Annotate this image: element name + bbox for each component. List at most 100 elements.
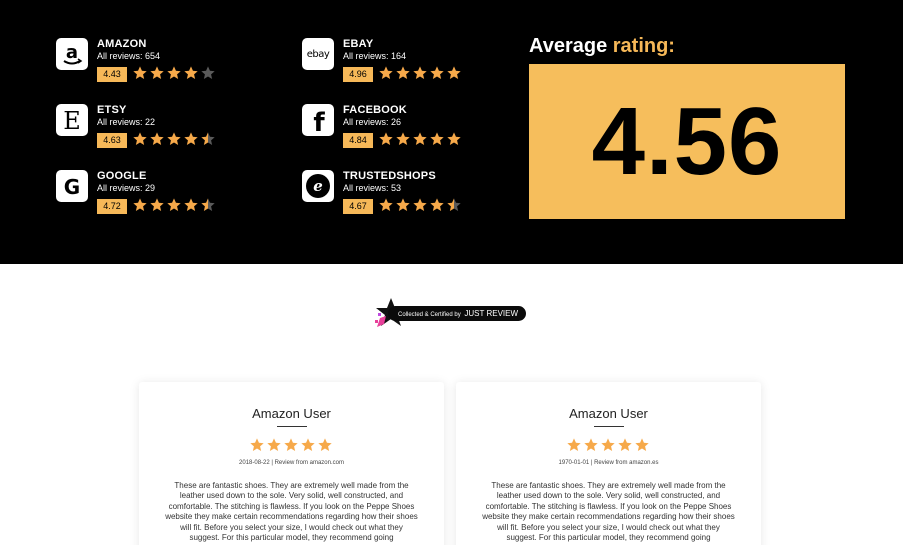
star-full-icon: [430, 66, 444, 79]
average-rating-title-prefix: Average: [529, 35, 613, 57]
ebay-logo-icon: ebay: [302, 38, 334, 70]
certified-badge[interactable]: Collected & Certified by JUST REVIEW: [375, 298, 526, 332]
platform-score-badge: 4.67: [343, 199, 373, 214]
platform-review-count: All reviews: 53: [343, 183, 402, 193]
review-divider: [277, 426, 307, 427]
average-rating-title-highlight: rating:: [612, 35, 675, 57]
review-author: Amazon User: [252, 406, 331, 421]
platform-stars: [378, 197, 462, 213]
platform-review-count: All reviews: 26: [343, 117, 402, 127]
platform-trustedshops[interactable]: e TRUSTEDSHOPS All reviews: 53 4.67: [302, 170, 532, 226]
star-full-icon: [150, 198, 164, 211]
platform-etsy[interactable]: E ETSY All reviews: 22 4.63: [56, 104, 286, 160]
star-full-icon: [133, 198, 147, 211]
star-full-icon: [584, 438, 598, 451]
star-full-icon: [184, 66, 198, 79]
platform-facebook[interactable]: f FACEBOOK All reviews: 26 4.84: [302, 104, 532, 160]
star-full-icon: [396, 66, 410, 79]
platform-name: AMAZON: [97, 38, 147, 50]
star-full-icon: [318, 438, 332, 451]
average-rating-title: Average rating:: [529, 35, 675, 58]
star-full-icon: [430, 198, 444, 211]
certified-badge-prefix: Collected & Certified by: [398, 312, 461, 318]
platform-score-badge: 4.72: [97, 199, 127, 214]
star-full-icon: [167, 132, 181, 145]
star-full-icon: [618, 438, 632, 451]
platform-score-badge: 4.63: [97, 133, 127, 148]
ratings-summary-section: a AMAZON All reviews: 654 4.43 ebay EBAY…: [0, 0, 903, 264]
platform-stars: [132, 65, 216, 81]
platform-name: GOOGLE: [97, 170, 147, 182]
star-full-icon: [413, 132, 427, 145]
star-full-icon: [379, 198, 393, 211]
amazon-logo-icon: a: [56, 38, 88, 70]
svg-text:ebay: ebay: [307, 49, 330, 60]
star-full-icon: [301, 438, 315, 451]
star-empty-icon: [201, 66, 215, 79]
platform-stars: [378, 131, 462, 147]
platform-stars: [378, 65, 462, 81]
certified-badge-brand: JUST REVIEW: [464, 309, 519, 318]
platform-score-badge: 4.96: [343, 67, 373, 82]
star-full-icon: [150, 132, 164, 145]
star-full-icon: [601, 438, 615, 451]
review-text: These are fantastic shoes. They are extr…: [482, 481, 735, 543]
platform-name: EBAY: [343, 38, 374, 50]
svg-text:f: f: [313, 108, 325, 136]
star-full-icon: [635, 438, 649, 451]
star-full-icon: [430, 132, 444, 145]
star-full-icon: [396, 132, 410, 145]
star-full-icon: [447, 132, 461, 145]
svg-text:G: G: [64, 175, 80, 199]
platform-name: FACEBOOK: [343, 104, 407, 116]
star-full-icon: [184, 198, 198, 211]
review-card: Amazon User 1970-01-01 | Review from ama…: [456, 382, 761, 545]
average-rating-box: 4.56: [529, 64, 845, 219]
platform-review-count: All reviews: 654: [97, 51, 161, 61]
review-meta: 1970-01-01 | Review from amazon.es: [558, 460, 659, 466]
star-full-icon: [250, 438, 264, 451]
review-stars: [566, 437, 650, 453]
platform-name: ETSY: [97, 104, 127, 116]
star-full-icon: [379, 132, 393, 145]
svg-text:e: e: [313, 177, 323, 195]
star-full-icon: [567, 438, 581, 451]
platform-stars: [132, 131, 216, 147]
platform-stars: [132, 197, 216, 213]
star-full-icon: [413, 198, 427, 211]
certified-badge-label: Collected & Certified by JUST REVIEW: [388, 306, 526, 321]
star-half-icon: [201, 198, 215, 211]
review-card: Amazon User 2018-08-22 | Review from ama…: [139, 382, 444, 545]
star-full-icon: [267, 438, 281, 451]
average-rating-value: 4.56: [591, 87, 783, 195]
platform-review-count: All reviews: 164: [343, 51, 407, 61]
platform-google[interactable]: G GOOGLE All reviews: 29 4.72: [56, 170, 286, 226]
review-text: These are fantastic shoes. They are extr…: [165, 481, 418, 543]
star-full-icon: [133, 132, 147, 145]
trustedshops-logo-icon: e: [302, 170, 334, 202]
star-full-icon: [447, 66, 461, 79]
review-stars: [249, 437, 333, 453]
platform-score-badge: 4.84: [343, 133, 373, 148]
star-half-icon: [201, 132, 215, 145]
star-half-icon: [447, 198, 461, 211]
review-meta: 2018-08-22 | Review from amazon.com: [239, 460, 344, 466]
star-full-icon: [184, 132, 198, 145]
svg-text:a: a: [66, 42, 78, 63]
star-full-icon: [284, 438, 298, 451]
google-logo-icon: G: [56, 170, 88, 202]
star-full-icon: [396, 198, 410, 211]
star-full-icon: [133, 66, 147, 79]
platform-amazon[interactable]: a AMAZON All reviews: 654 4.43: [56, 38, 286, 94]
platform-review-count: All reviews: 29: [97, 183, 156, 193]
svg-text:E: E: [63, 107, 81, 135]
review-divider: [594, 426, 624, 427]
platform-ebay[interactable]: ebay EBAY All reviews: 164 4.96: [302, 38, 532, 94]
platform-name: TRUSTEDSHOPS: [343, 170, 436, 182]
facebook-logo-icon: f: [302, 104, 334, 136]
star-full-icon: [167, 198, 181, 211]
star-full-icon: [413, 66, 427, 79]
star-full-icon: [150, 66, 164, 79]
etsy-logo-icon: E: [56, 104, 88, 136]
platform-review-count: All reviews: 22: [97, 117, 156, 127]
